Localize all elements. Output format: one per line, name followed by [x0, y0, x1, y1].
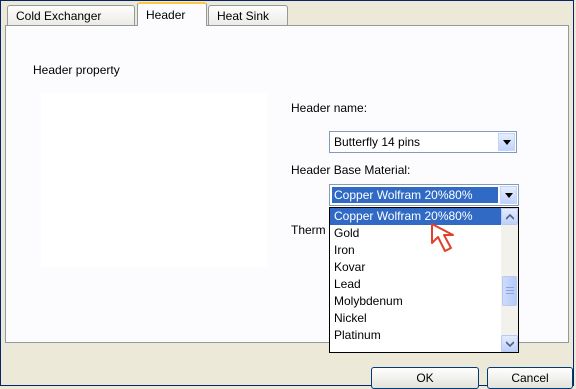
cancel-button[interactable]: Cancel [487, 367, 573, 389]
base-material-combobox[interactable]: Copper Wolfram 20%80% [329, 184, 519, 206]
header-name-dropdown-button[interactable] [498, 133, 515, 151]
scroll-down-button[interactable] [501, 335, 518, 352]
dropdown-option-molybdenum[interactable]: Molybdenum [330, 293, 501, 310]
dropdown-option-iron[interactable]: Iron [330, 242, 501, 259]
header-name-combobox[interactable]: Butterfly 14 pins [329, 131, 517, 153]
header-name-value: Butterfly 14 pins [334, 135, 421, 149]
dropdown-option-lead[interactable]: Lead [330, 276, 501, 293]
header-preview-area [41, 93, 267, 267]
base-material-value: Copper Wolfram 20%80% [332, 187, 498, 203]
dialog-window: Cold Exchanger Header Heat Sink Header p… [0, 0, 574, 389]
tab-heat-sink[interactable]: Heat Sink [208, 5, 288, 25]
header-name-label: Header name: [291, 101, 368, 115]
chevron-down-icon [505, 193, 513, 198]
dropdown-scrollbar[interactable] [501, 208, 518, 352]
dropdown-option-platinum[interactable]: Platinum [330, 327, 501, 344]
tab-header[interactable]: Header [137, 2, 207, 26]
thermal-label-obscured: Therm [291, 223, 326, 237]
scroll-thumb[interactable] [502, 276, 517, 306]
base-material-label: Header Base Material: [291, 163, 411, 177]
dropdown-option-kovar[interactable]: Kovar [330, 259, 501, 276]
chevron-down-icon [503, 140, 511, 145]
dropdown-option-gold[interactable]: Gold [330, 225, 501, 242]
base-material-dropdown-button[interactable] [500, 186, 517, 204]
dropdown-option-copper-wolfram[interactable]: Copper Wolfram 20%80% [330, 208, 501, 225]
chevron-up-icon [506, 214, 514, 220]
ok-button[interactable]: OK [371, 367, 479, 389]
group-label: Header property [33, 63, 120, 77]
scroll-up-button[interactable] [501, 208, 518, 225]
dropdown-option-nickel[interactable]: Nickel [330, 310, 501, 327]
arrow-pointer-icon [431, 223, 454, 252]
base-material-dropdown-list[interactable]: Copper Wolfram 20%80% Gold Iron Kovar Le… [329, 207, 519, 353]
tab-cold-exchanger[interactable]: Cold Exchanger [7, 5, 135, 25]
chevron-down-icon [506, 341, 514, 347]
